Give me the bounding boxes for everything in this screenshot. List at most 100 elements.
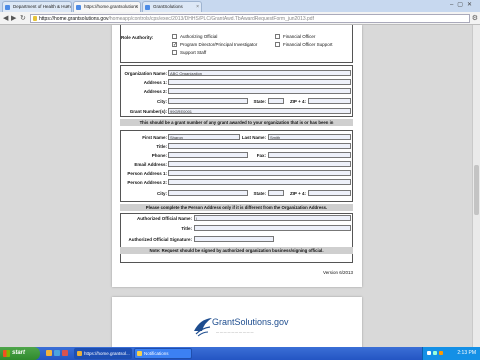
address1-field[interactable] (168, 79, 351, 85)
quicklaunch-ie-icon[interactable] (54, 350, 60, 356)
wrench-icon[interactable]: ⚙ (472, 14, 478, 22)
task-label: Notifications (144, 351, 169, 356)
role-checkbox-authorizing-official[interactable] (172, 34, 177, 39)
forward-icon[interactable]: ▶ (11, 14, 16, 23)
email-field[interactable] (168, 161, 351, 167)
start-button[interactable]: start (0, 347, 40, 360)
logo-text: GrantSolutions.gov (212, 317, 289, 327)
city-field[interactable] (168, 98, 248, 104)
browser-tab-strip: Department of Health & Hum × https://hom… (0, 0, 480, 12)
url-input[interactable]: https://home.grantsolutions.gov/homeapp/… (30, 14, 470, 23)
address1-label: Address 1: (143, 80, 167, 85)
first-name-field[interactable]: Sharon (168, 134, 240, 140)
quicklaunch-folder-icon[interactable] (46, 350, 52, 356)
reload-icon[interactable]: ↻ (20, 14, 26, 23)
taskbar-item-browser[interactable]: https://home.grantsol... (74, 348, 132, 359)
ao-signature-field[interactable] (194, 236, 274, 242)
favicon-icon (5, 5, 10, 10)
grant-numbers-field[interactable]: 99GRE0001 (168, 108, 351, 114)
quicklaunch-media-icon[interactable] (62, 350, 68, 356)
role-label: Support Staff (180, 50, 207, 55)
ao-signature-label: Authorized Official Signature: (128, 237, 192, 242)
version-text: Version 6/2013 (322, 270, 353, 275)
clock: 2:13 PM (457, 350, 476, 356)
person-zip-label: ZIP + 4: (289, 191, 306, 196)
person-address1-label: Person Address 1: (127, 171, 167, 176)
role-checkbox-program-director[interactable]: ✓ (172, 42, 177, 48)
zip-field[interactable] (308, 98, 351, 104)
org-name-label: Organization Name: (124, 71, 167, 76)
role-label: Financial Officer (283, 34, 316, 39)
role-label: Financial Officer Support (283, 42, 333, 47)
pdf-page-2: GrantSolutions.gov — — — — — — — — — — (112, 297, 362, 347)
browser-tab-pdf[interactable]: https://home.grantsolutions × (73, 1, 141, 12)
person-address1-field[interactable] (168, 170, 351, 176)
notifications-icon (137, 351, 142, 356)
state-label: State: (253, 99, 266, 104)
favicon-icon (76, 5, 81, 10)
grantsolutions-logo: GrantSolutions.gov — — — — — — — — — — (192, 315, 302, 343)
role-authority-label: Role Authority: (121, 35, 154, 40)
state-field[interactable] (268, 98, 284, 104)
person-state-field[interactable] (268, 190, 284, 196)
tab-label: Department of Health & Hum (13, 4, 71, 9)
favicon-icon (145, 5, 150, 10)
role-checkbox-financial-officer[interactable] (275, 34, 280, 39)
last-name-field[interactable]: Smith (268, 134, 351, 140)
role-checkbox-financial-officer-support[interactable] (275, 42, 280, 47)
vertical-scrollbar[interactable] (472, 25, 480, 347)
tray-volume-icon[interactable] (433, 351, 437, 355)
start-label: start (12, 350, 26, 356)
browser-tab-grantsolutions[interactable]: GrantSolutions × (142, 1, 202, 12)
person-state-label: State: (253, 191, 266, 196)
address2-label: Address 2: (143, 89, 167, 94)
phone-label: Phone: (151, 153, 167, 158)
address2-field[interactable] (168, 88, 351, 94)
ao-title-field[interactable] (194, 225, 351, 231)
person-title-label: Title: (156, 144, 167, 149)
person-address2-field[interactable] (168, 179, 351, 185)
ao-name-field[interactable]: I (194, 215, 351, 221)
org-name-field[interactable]: ABC Organization (168, 70, 351, 76)
person-title-field[interactable] (168, 143, 351, 149)
browser-tab-hhs[interactable]: Department of Health & Hum × (2, 1, 72, 12)
fax-label: Fax: (256, 153, 266, 158)
pdf-page: Role Authority: Authorizing Official Fin… (112, 25, 362, 287)
city-label: City: (157, 99, 167, 104)
ao-title-label: Title: (181, 226, 192, 231)
pdf-viewer[interactable]: Role Authority: Authorizing Official Fin… (0, 25, 472, 347)
person-address2-label: Person Address 2: (127, 180, 167, 185)
tray-security-icon[interactable] (439, 351, 443, 355)
person-city-field[interactable] (168, 190, 248, 196)
signature-note: Note: Request should be signed by author… (120, 247, 353, 254)
system-tray: 2:13 PM (422, 347, 480, 360)
first-name-label: First Name: (142, 135, 167, 140)
tab-label: GrantSolutions (153, 4, 183, 9)
close-tab-icon[interactable]: × (196, 2, 199, 12)
person-zip-field[interactable] (308, 190, 351, 196)
role-label: Authorizing Official (180, 34, 218, 39)
taskbar: start https://home.grantsol... Notificat… (0, 347, 480, 360)
back-icon[interactable]: ◀ (3, 14, 8, 23)
last-name-label: Last Name: (241, 135, 266, 140)
url-host: https://home.grantsolutions.gov (39, 16, 109, 22)
url-path: /homeapp/controls/cps/exec/2013/DHHS/PLC… (108, 16, 314, 22)
window-controls[interactable]: –▢✕ (450, 1, 476, 8)
person-city-label: City: (157, 191, 167, 196)
logo-tagline: — — — — — — — — — — (216, 330, 254, 334)
windows-logo-icon (3, 350, 10, 357)
role-checkbox-support-staff[interactable] (172, 50, 177, 55)
fax-field[interactable] (268, 152, 351, 158)
hhs-eagle-icon (194, 318, 212, 337)
ao-name-label: Authorized Official Name: (136, 216, 192, 221)
lock-icon (33, 16, 37, 21)
close-tab-icon[interactable]: × (66, 2, 69, 12)
phone-field[interactable] (168, 152, 248, 158)
role-label: Program Director/Principal Investigator (180, 42, 258, 47)
tray-network-icon[interactable] (427, 351, 431, 355)
scrollbar-thumb[interactable] (474, 165, 479, 215)
address-bar-row: ◀ ▶ ↻ https://home.grantsolutions.gov/ho… (0, 12, 480, 25)
close-tab-icon[interactable]: × (135, 2, 138, 12)
task-label: https://home.grantsol... (84, 351, 130, 356)
taskbar-item-notifications[interactable]: Notifications (134, 348, 192, 359)
